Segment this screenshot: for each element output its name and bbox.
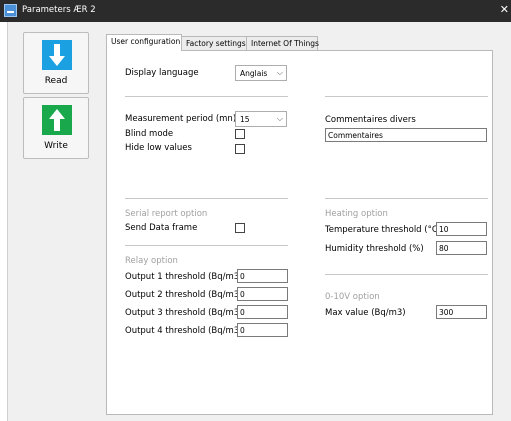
comments-input[interactable]: Commentaires	[325, 128, 487, 142]
read-button[interactable]: Read	[23, 32, 89, 94]
tab-internet-of-things[interactable]: Internet Of Things	[246, 36, 319, 50]
separator	[325, 96, 488, 97]
output-2-threshold-label: Output 2 threshold (Bq/m3)	[125, 290, 243, 300]
measurement-period-label: Measurement period (mn)	[125, 114, 237, 124]
down-arrow-icon	[42, 40, 72, 70]
read-button-label: Read	[44, 76, 68, 86]
display-language-select[interactable]: Anglais ⌵	[235, 65, 287, 81]
output-3-threshold-input[interactable]: 0	[237, 305, 288, 319]
output-4-threshold-input[interactable]: 0	[237, 323, 288, 337]
humidity-threshold-input[interactable]: 80	[436, 241, 487, 255]
user-configuration-panel: Display language Anglais ⌵ Measurement p…	[106, 50, 493, 415]
output-4-threshold-label: Output 4 threshold (Bq/m3)	[125, 326, 243, 336]
send-data-frame-label: Send Data frame	[125, 223, 198, 233]
comments-label: Commentaires divers	[325, 115, 416, 125]
output-3-threshold-label: Output 3 threshold (Bq/m3)	[125, 308, 243, 318]
output-1-threshold-label: Output 1 threshold (Bq/m3)	[125, 272, 243, 282]
write-button-label: Write	[44, 141, 68, 151]
separator	[325, 198, 488, 199]
tab-factory-settings[interactable]: Factory settings	[181, 36, 247, 50]
output-2-threshold-input[interactable]: 0	[237, 287, 288, 301]
temperature-threshold-label: Temperature threshold (°C)	[325, 225, 442, 235]
max-value-input[interactable]: 300	[436, 305, 487, 319]
serial-report-section-label: Serial report option	[125, 209, 208, 219]
tab-user-configuration[interactable]: User configuration	[106, 34, 182, 51]
blind-mode-checkbox[interactable]	[235, 129, 245, 139]
relay-section-label: Relay option	[125, 256, 178, 266]
chevron-down-icon: ⌵	[276, 114, 283, 123]
analog-section-label: 0-10V option	[325, 292, 380, 302]
send-data-frame-checkbox[interactable]	[235, 223, 245, 233]
chevron-down-icon: ⌵	[276, 68, 283, 77]
separator	[125, 198, 288, 199]
hide-low-values-label: Hide low values	[125, 143, 192, 153]
temperature-threshold-input[interactable]: 10	[436, 222, 487, 236]
max-value-label: Max value (Bq/m3)	[325, 308, 406, 318]
display-language-label: Display language	[125, 68, 199, 78]
blind-mode-label: Blind mode	[125, 129, 174, 139]
title-bar: Parameters ÆR 2 ✕	[0, 0, 511, 22]
separator	[125, 96, 288, 97]
hide-low-values-checkbox[interactable]	[235, 144, 245, 154]
humidity-threshold-label: Humidity threshold (%)	[325, 244, 424, 254]
close-icon[interactable]: ✕	[500, 3, 509, 16]
up-arrow-icon	[42, 105, 72, 135]
separator	[325, 274, 488, 275]
app-icon	[4, 4, 17, 17]
separator	[125, 245, 288, 246]
measurement-period-select[interactable]: 15 ⌵	[235, 111, 287, 127]
measurement-period-value: 15	[240, 115, 250, 124]
heating-section-label: Heating option	[325, 209, 388, 219]
write-button[interactable]: Write	[23, 97, 89, 159]
window-body: Read Write User configuration Factory se…	[7, 22, 511, 421]
output-1-threshold-input[interactable]: 0	[237, 269, 288, 283]
window-title: Parameters ÆR 2	[22, 5, 96, 15]
display-language-value: Anglais	[240, 69, 268, 78]
